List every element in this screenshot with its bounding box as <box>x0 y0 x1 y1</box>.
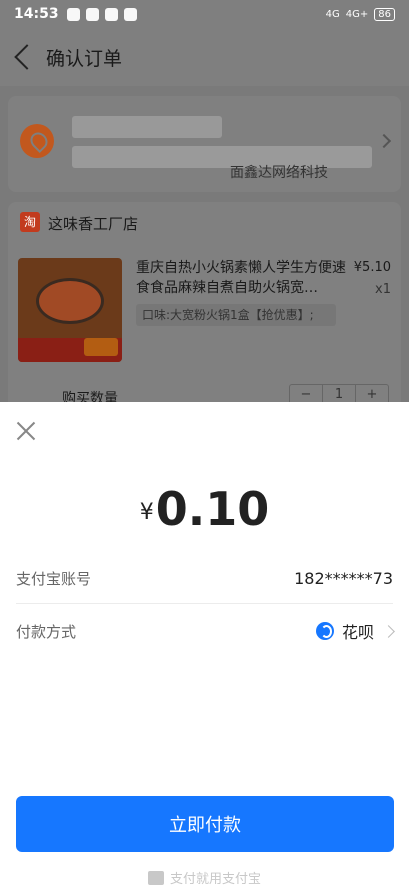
footer-slogan: 支付就用支付宝 <box>0 868 409 887</box>
image-tag <box>84 338 118 356</box>
page-title: 确认订单 <box>46 47 123 70</box>
pay-now-button[interactable]: 立即付款 <box>16 796 394 852</box>
payment-method-value: 花呗 <box>341 623 374 642</box>
chevron-right-icon <box>382 624 395 638</box>
product-spec: 口味:大宽粉火锅1盒【抢优惠】; <box>136 304 336 326</box>
network-label-2: 4G+ <box>345 8 369 20</box>
footer-text: 支付就用支付宝 <box>169 872 261 887</box>
order-page-background: 面鑫达网络科技 淘 这味香工厂店 重庆自热小火锅素懒人学生方便速食食品麻辣自煮自… <box>0 86 409 412</box>
battery-indicator: 86 <box>374 7 395 21</box>
account-value: 182******73 <box>294 569 393 588</box>
send-icon <box>123 7 137 21</box>
status-time: 14:53 <box>14 6 59 22</box>
payment-method-row[interactable]: 付款方式 花呗 <box>16 606 395 656</box>
alipay-logo-icon <box>147 870 164 885</box>
status-bar: 14:53 4G 4G+ 86 <box>0 0 409 28</box>
shop-name: 这味香工厂店 <box>48 215 139 233</box>
currency-symbol: ¥ <box>139 500 154 525</box>
hotpot-bowl-image <box>36 278 104 324</box>
amount-value: 0.10 <box>155 482 270 536</box>
payment-method-value-group[interactable]: 花呗 <box>315 619 395 643</box>
payment-sheet: ¥0.10 支付宝账号 182******73 付款方式 花呗 立即付款 支付就… <box>0 402 409 894</box>
header: 确认订单 <box>0 28 409 86</box>
blurred-name <box>72 116 222 138</box>
location-icon <box>20 124 54 158</box>
payment-amount: ¥0.10 <box>0 482 409 536</box>
product-image <box>18 258 122 362</box>
product-price: ¥5.10 <box>353 260 391 275</box>
huabei-icon <box>315 622 334 640</box>
address-card[interactable]: 面鑫达网络科技 <box>8 96 401 192</box>
account-row: 支付宝账号 182******73 <box>16 554 393 604</box>
close-icon[interactable] <box>14 419 38 443</box>
chat-icon <box>104 7 118 21</box>
payment-method-label: 付款方式 <box>16 622 77 641</box>
back-icon[interactable] <box>14 44 40 70</box>
account-label: 支付宝账号 <box>16 570 92 588</box>
product-title: 重庆自热小火锅素懒人学生方便速食食品麻辣自煮自助火锅宽… <box>136 260 346 296</box>
product-quantity: x1 <box>375 282 391 297</box>
address-text: 面鑫达网络科技 <box>230 165 328 181</box>
taobao-logo-icon: 淘 <box>20 212 40 232</box>
network-label-1: 4G <box>325 8 340 20</box>
shop-card: 淘 这味香工厂店 重庆自热小火锅素懒人学生方便速食食品麻辣自煮自助火锅宽… ¥5… <box>8 202 401 412</box>
app-icon <box>85 7 99 21</box>
notification-icon <box>66 7 80 21</box>
chevron-right-icon <box>376 133 392 149</box>
status-right: 4G 4G+ 86 <box>325 7 395 21</box>
